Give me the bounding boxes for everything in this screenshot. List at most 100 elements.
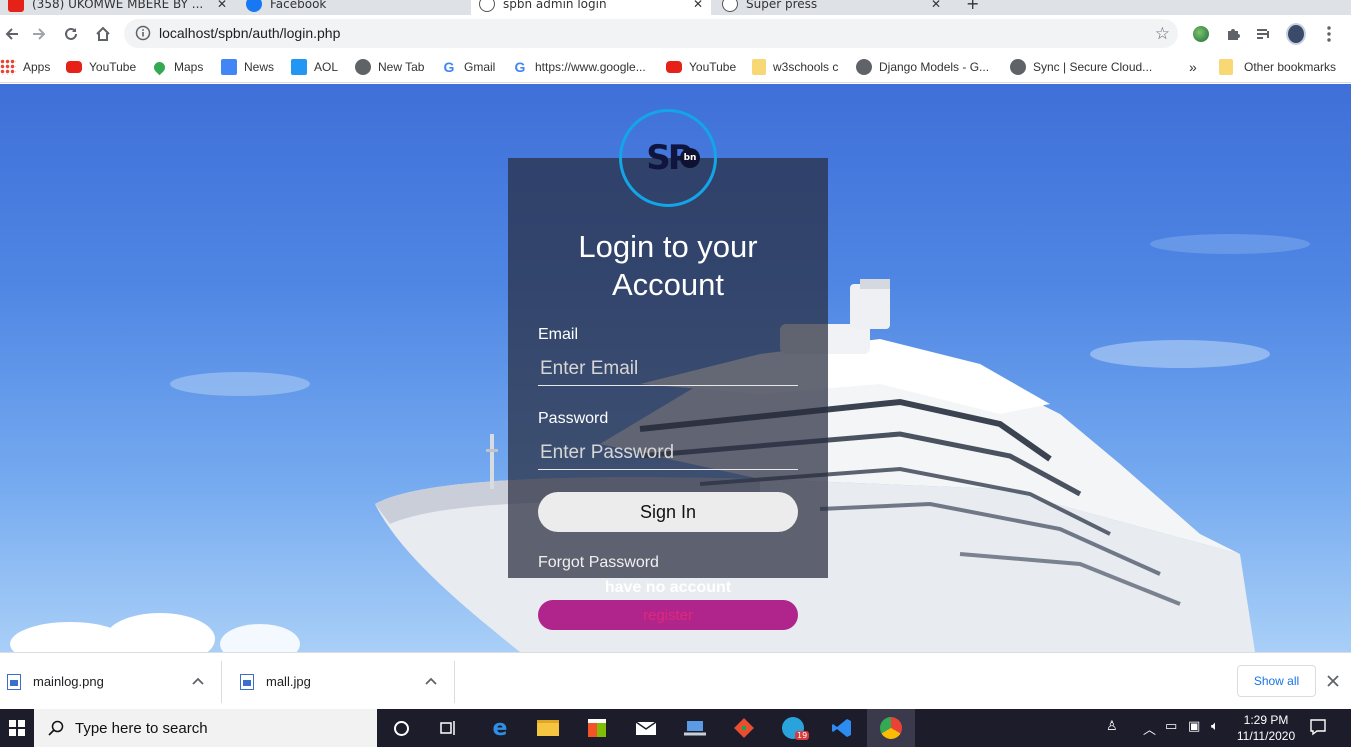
volume-icon[interactable]: 🔈︎: [1211, 719, 1219, 734]
tab-spbn-admin-login[interactable]: spbn admin login ✕: [471, 0, 711, 15]
facebook-icon: [246, 0, 262, 12]
show-all-button[interactable]: Show all: [1237, 665, 1316, 697]
globe-icon: [856, 59, 872, 75]
tab-title: spbn admin login: [503, 0, 607, 11]
cortana-button[interactable]: [377, 709, 425, 747]
network-icon[interactable]: ▣: [1188, 719, 1200, 734]
media-queue-icon[interactable]: [1254, 24, 1274, 44]
google-icon: G: [443, 59, 455, 75]
start-button[interactable]: [0, 709, 34, 747]
git-diamond-icon: [734, 718, 754, 738]
git-app[interactable]: [720, 709, 768, 747]
maps-icon: [151, 59, 168, 75]
forgot-password-link[interactable]: Forgot Password: [538, 554, 659, 572]
bookmark-label: News: [244, 60, 275, 74]
password-field[interactable]: [538, 436, 798, 470]
chevron-up-icon[interactable]: ︿: [1143, 719, 1156, 738]
chrome-icon: [880, 717, 902, 739]
vscode-icon: [832, 719, 851, 737]
forward-button[interactable]: [27, 22, 51, 46]
store-app[interactable]: [573, 709, 621, 747]
telegram-app[interactable]: 19: [769, 709, 817, 747]
clock-time: 1:29 PM: [1243, 713, 1289, 727]
windows-logo-icon: [9, 720, 25, 736]
laptop-app[interactable]: [671, 709, 719, 747]
bookmark-youtube[interactable]: YouTube: [66, 58, 136, 76]
bookmark-star-icon[interactable]: ☆: [1155, 24, 1170, 44]
globe-icon: [355, 59, 371, 75]
mail-app[interactable]: [622, 709, 670, 747]
close-shelf-button[interactable]: [1324, 672, 1342, 690]
chrome-app[interactable]: [867, 709, 915, 747]
bookmark-aol[interactable]: AOL: [291, 58, 338, 76]
url-text[interactable]: localhost/spbn/auth/login.php: [159, 25, 340, 41]
bookmark-news[interactable]: News: [221, 58, 274, 76]
edge-app[interactable]: e: [476, 709, 524, 747]
image-file-icon: [240, 673, 254, 690]
bookmark-sync[interactable]: Sync | Secure Cloud...: [1010, 58, 1152, 76]
back-button[interactable]: [0, 22, 24, 46]
notification-badge: 19: [795, 731, 810, 740]
people-icon[interactable]: ♙: [1106, 719, 1118, 734]
home-button[interactable]: [91, 22, 115, 46]
chevron-up-icon[interactable]: [424, 674, 438, 688]
apps-icon: [0, 59, 16, 75]
reload-button[interactable]: [59, 22, 83, 46]
logo-badge: bn: [680, 148, 700, 168]
close-icon[interactable]: ✕: [693, 0, 703, 11]
bookmark-google-url[interactable]: G https://www.google...: [512, 58, 646, 76]
edge-icon: e: [492, 715, 508, 741]
download-filename: mall.jpg: [266, 674, 311, 689]
youtube-icon: [66, 61, 82, 73]
register-button[interactable]: register: [538, 600, 798, 630]
bookmark-youtube-2[interactable]: YouTube: [666, 58, 736, 76]
bookmark-django[interactable]: Django Models - G...: [856, 58, 989, 76]
system-clock[interactable]: 1:29 PM 11/11/2020: [1232, 712, 1300, 744]
download-item[interactable]: mall.jpg: [240, 653, 448, 710]
email-field[interactable]: [538, 352, 798, 386]
tab-youtube[interactable]: (358) UKOMWE MBERE BY ... ✕: [0, 0, 235, 15]
battery-icon[interactable]: ▭: [1165, 719, 1177, 734]
bookmarks-overflow-button[interactable]: »: [1189, 58, 1197, 76]
task-view-button[interactable]: [425, 709, 473, 747]
download-item[interactable]: mainlog.png: [7, 653, 215, 710]
tab-title: Super press: [746, 0, 818, 11]
vscode-app[interactable]: [818, 709, 866, 747]
bookmark-label: YouTube: [89, 60, 137, 74]
extension-globe-icon[interactable]: [1191, 24, 1211, 44]
bookmark-label: Django Models - G...: [879, 60, 990, 74]
forward-arrow-icon: [33, 28, 46, 40]
chevron-up-icon[interactable]: [191, 674, 205, 688]
home-icon: [96, 26, 110, 41]
close-icon[interactable]: ✕: [217, 0, 227, 11]
image-file-icon: [7, 673, 21, 690]
bookmark-label: Other bookmarks: [1244, 60, 1337, 74]
screen: (358) UKOMWE MBERE BY ... ✕ Facebook spb…: [0, 0, 1351, 747]
bookmark-apps[interactable]: Apps: [0, 58, 50, 76]
bookmark-maps[interactable]: Maps: [151, 58, 203, 76]
password-label: Password: [538, 410, 609, 427]
new-tab-button[interactable]: +: [958, 0, 982, 15]
tab-facebook[interactable]: Facebook: [238, 0, 468, 15]
taskbar-search[interactable]: Type here to search: [34, 709, 377, 747]
sign-in-button[interactable]: Sign In: [538, 492, 798, 532]
bookmark-w3schools[interactable]: w3schools c: [752, 58, 838, 76]
google-icon: G: [514, 59, 526, 75]
bookmark-label: w3schools c: [773, 60, 839, 74]
chevrons-right-icon: »: [1189, 59, 1197, 75]
notifications-icon[interactable]: [1309, 718, 1327, 740]
profile-avatar[interactable]: [1286, 23, 1306, 45]
globe-icon: [722, 0, 738, 12]
tab-super-press[interactable]: Super press ✕: [714, 0, 949, 15]
close-icon[interactable]: ✕: [931, 0, 941, 11]
file-explorer-app[interactable]: [524, 709, 572, 747]
address-bar[interactable]: localhost/spbn/auth/login.php ☆: [124, 19, 1178, 48]
bookmark-gmail[interactable]: G Gmail: [441, 58, 496, 76]
menu-kebab-icon[interactable]: [1319, 24, 1339, 44]
info-icon[interactable]: [135, 25, 151, 41]
bookmark-new-tab[interactable]: New Tab: [355, 58, 424, 76]
folder-icon: [537, 720, 559, 736]
other-bookmarks[interactable]: Other bookmarks: [1219, 58, 1336, 76]
extensions-puzzle-icon[interactable]: [1223, 24, 1243, 44]
bookmark-label: YouTube: [689, 60, 737, 74]
